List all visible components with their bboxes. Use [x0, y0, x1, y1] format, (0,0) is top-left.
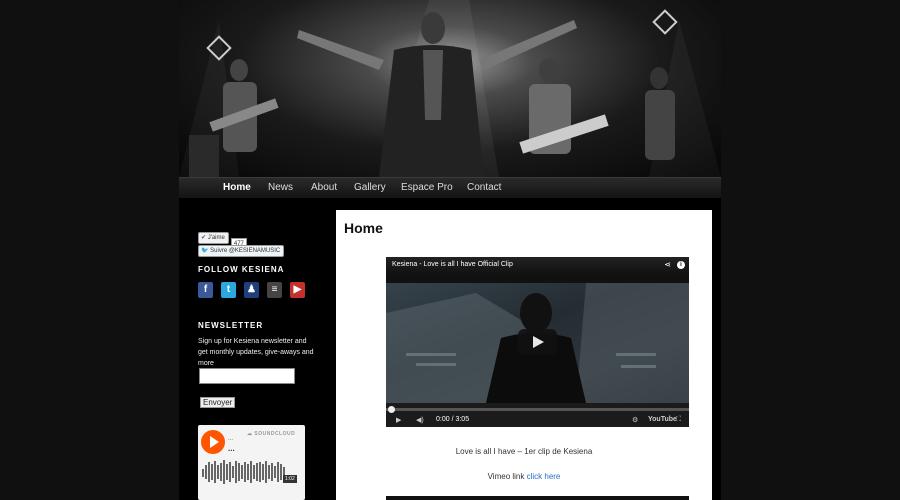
- soundcloud-artist: ...: [228, 436, 234, 442]
- myspace-icon[interactable]: ♟: [244, 282, 259, 298]
- play-icon[interactable]: ▶: [396, 416, 401, 424]
- video-progress-bar[interactable]: [386, 408, 689, 411]
- soundcloud-logo[interactable]: ☁ SOUNDCLOUD: [247, 431, 295, 437]
- vimeo-line: Vimeo link click here: [336, 472, 712, 481]
- video-title[interactable]: Kesiena - Love is all I have Official Cl…: [392, 261, 513, 268]
- info-icon[interactable]: i: [677, 261, 685, 269]
- video-caption: Love is all I have – 1er clip de Kesiena: [455, 447, 593, 456]
- page-title: Home: [344, 220, 383, 236]
- nav-contact[interactable]: Contact: [467, 182, 501, 193]
- soundcloud-track: ...: [228, 444, 235, 453]
- facebook-like-label: J'aime: [207, 235, 225, 241]
- soundcloud-player: ... ... ☁ SOUNDCLOUD 1:02: [198, 425, 305, 500]
- twitter-follow-button[interactable]: 🐦 Suivre @KESIENAMUSIC: [198, 245, 285, 257]
- follow-heading: FOLLOW KESIENA: [198, 265, 285, 274]
- video-control-bar: ▶ ◀) 0:00 / 3:05 ⚙ YouTube ⛶: [386, 403, 689, 427]
- twitter-icon[interactable]: t: [221, 282, 236, 298]
- newsletter-submit-button[interactable]: Envoyer: [200, 397, 236, 408]
- social-icons: f t ♟ ≡ ▶: [198, 282, 318, 298]
- share-icon[interactable]: ⋖: [664, 260, 671, 269]
- vimeo-label: Vimeo link: [487, 472, 527, 481]
- video-time: 0:00 / 3:05: [436, 416, 470, 423]
- header-banner-photo: [179, 0, 721, 177]
- video-play-button[interactable]: [518, 329, 557, 355]
- settings-icon[interactable]: ⚙: [632, 416, 638, 424]
- soundcloud-duration: 1:02: [283, 475, 297, 483]
- soundcloud-play-button[interactable]: [201, 430, 225, 454]
- cloud-icon: ☁: [247, 431, 253, 437]
- soundcloud-brand: SOUNDCLOUD: [254, 431, 296, 437]
- nav-about[interactable]: About: [311, 182, 337, 193]
- twitter-bird-icon: 🐦: [201, 248, 209, 254]
- facebook-like-button[interactable]: ✔ J'aime: [198, 232, 229, 244]
- facebook-icon[interactable]: f: [198, 282, 213, 298]
- youtube-icon[interactable]: ▶: [290, 282, 305, 298]
- nav-home[interactable]: Home: [223, 182, 251, 193]
- vimeo-link[interactable]: click here: [527, 472, 561, 481]
- deezer-icon[interactable]: ≡: [267, 282, 282, 298]
- volume-icon[interactable]: ◀): [416, 416, 424, 424]
- main-content: Home Kesiena - Love is all I have Offici…: [336, 210, 712, 500]
- second-video-player[interactable]: [386, 496, 689, 500]
- youtube-logo[interactable]: YouTube: [648, 416, 677, 423]
- newsletter-email-input[interactable]: [199, 368, 295, 384]
- left-background: [0, 0, 179, 500]
- right-background: [721, 0, 900, 500]
- twitter-follow-label: Suivre @KESIENAMUSIC: [210, 248, 281, 254]
- page-container: Home News About Gallery Espace Pro Conta…: [179, 0, 721, 500]
- thumbs-up-icon: ✔: [201, 235, 207, 241]
- newsletter-description: Sign up for Kesiena newsletter and get m…: [198, 338, 314, 367]
- main-navigation: Home News About Gallery Espace Pro Conta…: [179, 177, 721, 198]
- video-scrubber[interactable]: [388, 406, 395, 413]
- nav-espace-pro[interactable]: Espace Pro: [401, 182, 453, 193]
- youtube-video-player[interactable]: Kesiena - Love is all I have Official Cl…: [386, 257, 689, 427]
- nav-news[interactable]: News: [268, 182, 293, 193]
- nav-gallery[interactable]: Gallery: [354, 182, 386, 193]
- newsletter-heading: NEWSLETTER: [198, 321, 264, 330]
- fullscreen-icon[interactable]: ⛶: [676, 416, 681, 424]
